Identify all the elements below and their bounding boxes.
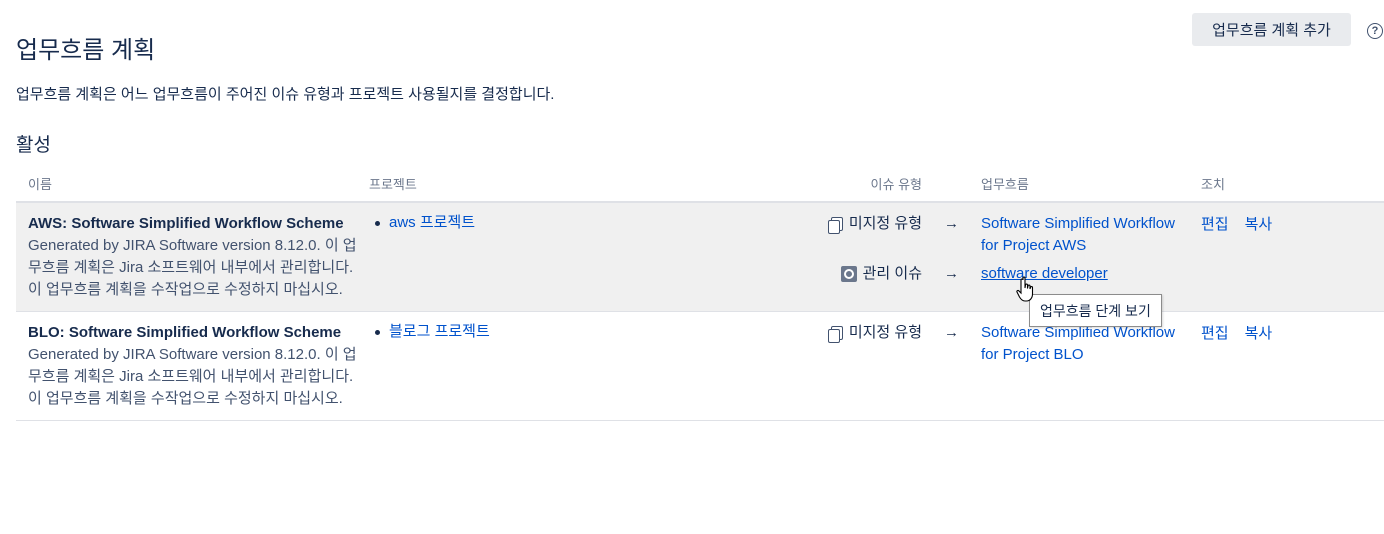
workflow-cell: Software Simplified Workflow for Project… <box>969 311 1189 421</box>
arrow-icon: → <box>944 215 959 232</box>
issue-type-cell: 미지정 유형 <box>687 311 922 421</box>
list-item: aws 프로젝트 <box>375 213 687 233</box>
add-workflow-scheme-button[interactable]: 업무흐름 계획 추가 <box>1192 13 1351 46</box>
admin-issue-icon <box>840 266 857 282</box>
actions-cell: 편집 복사 <box>1189 202 1384 312</box>
projects-cell: aws 프로젝트 <box>357 202 687 312</box>
issue-type-entry: 미지정 유형 <box>699 322 922 344</box>
issue-type-label: 미지정 유형 <box>848 215 922 232</box>
workflow-link[interactable]: Software Simplified Workflow for Project… <box>981 213 1189 257</box>
column-header-arrow <box>922 165 969 203</box>
hand-pointer-cursor-icon <box>1016 276 1034 302</box>
unassigned-type-icon <box>827 326 843 343</box>
issue-type-cell: 미지정 유형 관리 이슈 <box>687 202 922 312</box>
actions-cell: 편집 복사 <box>1189 311 1384 421</box>
scheme-name-cell: AWS: Software Simplified Workflow Scheme… <box>16 202 357 312</box>
column-header-workflow: 업무흐름 <box>969 165 1189 203</box>
edit-link[interactable]: 편집 <box>1201 325 1229 342</box>
project-link[interactable]: 블로그 프로젝트 <box>389 323 490 340</box>
table-row: AWS: Software Simplified Workflow Scheme… <box>16 202 1384 312</box>
issue-type-label: 미지정 유형 <box>848 324 922 341</box>
arrow-cell: → <box>922 311 969 421</box>
projects-cell: 블로그 프로젝트 <box>357 311 687 421</box>
project-link[interactable]: aws 프로젝트 <box>389 214 475 231</box>
column-header-name: 이름 <box>16 165 357 203</box>
arrow-icon: → <box>944 324 959 341</box>
table-header-row: 이름 프로젝트 이슈 유형 업무흐름 조치 <box>16 165 1384 203</box>
unassigned-type-icon <box>827 217 843 234</box>
help-icon[interactable]: ? <box>1367 23 1383 39</box>
table-row: BLO: Software Simplified Workflow Scheme… <box>16 311 1384 421</box>
column-header-actions: 조치 <box>1189 165 1384 203</box>
copy-link[interactable]: 복사 <box>1245 325 1273 342</box>
issue-type-entry: 관리 이슈 <box>699 263 922 285</box>
column-header-issue-type: 이슈 유형 <box>687 165 922 203</box>
copy-link[interactable]: 복사 <box>1245 216 1273 233</box>
scheme-name-cell: BLO: Software Simplified Workflow Scheme… <box>16 311 357 421</box>
workflow-link[interactable]: software developer <box>981 263 1189 285</box>
scheme-name: BLO: Software Simplified Workflow Scheme <box>28 324 342 341</box>
edit-link[interactable]: 편집 <box>1201 216 1229 233</box>
page-description: 업무흐름 계획은 어느 업무흐름이 주어진 이슈 유형과 프로젝트 사용될지를 … <box>16 86 555 103</box>
project-list: 블로그 프로젝트 <box>369 322 687 342</box>
list-item: 블로그 프로젝트 <box>375 322 687 342</box>
issue-type-entry: 미지정 유형 <box>699 213 922 235</box>
workflow-link[interactable]: Software Simplified Workflow for Project… <box>981 322 1189 366</box>
scheme-description: Generated by JIRA Software version 8.12.… <box>28 237 357 298</box>
issue-type-label: 관리 이슈 <box>862 265 922 282</box>
workflow-schemes-table: 이름 프로젝트 이슈 유형 업무흐름 조치 AWS: Software Simp… <box>16 165 1384 421</box>
scheme-description: Generated by JIRA Software version 8.12.… <box>28 346 357 407</box>
page-title: 업무흐름 계획 <box>16 37 156 65</box>
arrow-cell: → → <box>922 202 969 312</box>
arrow-icon: → <box>944 265 959 282</box>
section-heading-active: 활성 <box>16 135 51 156</box>
project-list: aws 프로젝트 <box>369 213 687 233</box>
scheme-name: AWS: Software Simplified Workflow Scheme <box>28 215 344 232</box>
workflow-tooltip: 업무흐름 단계 보기 <box>1029 294 1162 327</box>
column-header-projects: 프로젝트 <box>357 165 687 203</box>
